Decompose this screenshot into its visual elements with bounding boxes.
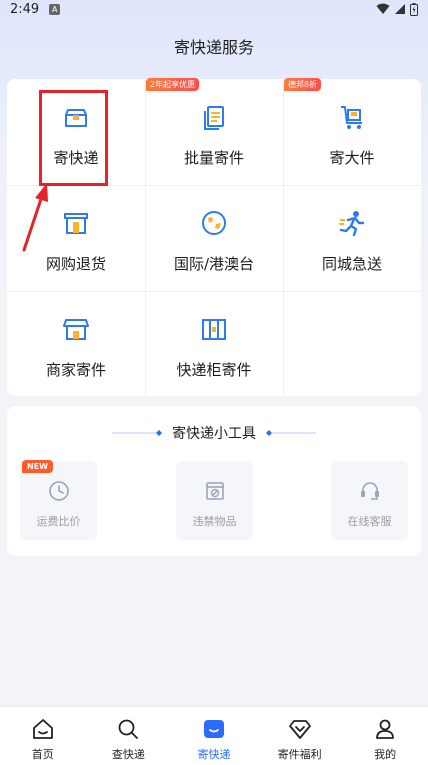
service-label: 同城急送 [321,255,382,273]
locker-icon [202,319,226,340]
cart-icon [341,106,362,129]
send-package-icon [203,720,224,738]
runner-icon [339,211,365,237]
search-icon [118,719,139,739]
tool-online-service[interactable]: 在线客服 [331,461,408,540]
tool-label: 在线客服 [347,515,392,528]
highlight-box [39,90,108,186]
service-batch-send[interactable]: 批量寄件 [145,79,283,185]
tools-title-row: 寄快递小工具 [7,423,421,443]
status-time: 2:49 [10,1,40,17]
page-title: 寄快递服务 [173,38,254,57]
nav-profile[interactable]: 我的 [342,707,428,765]
diamond-icon [288,720,311,739]
service-online-return[interactable]: 网购退货 [7,185,145,291]
service-label: 商家寄件 [45,361,106,379]
battery-icon [410,2,418,16]
bottom-nav: 首页 查快递 寄快递 寄件福利 我的 [0,706,428,765]
service-label: 网购退货 [45,255,106,273]
person-icon [376,719,395,739]
service-label: 国际/港澳台 [173,255,255,273]
decorative-line-right-icon [266,430,316,436]
documents-icon [204,106,224,130]
service-label: 寄大件 [329,149,375,167]
shop-icon [63,319,89,340]
status-bar: 2:49 A [0,0,428,18]
globe-icon [202,211,226,235]
tool-label: 违禁物品 [192,515,237,528]
nav-home[interactable]: 首页 [0,707,86,765]
forbidden-box-icon [205,482,224,500]
tool-label: 运费比价 [36,515,81,528]
nav-label: 寄快递 [197,748,231,761]
service-same-city[interactable]: 同城急送 [283,185,421,291]
home-icon [32,719,53,739]
nav-track[interactable]: 查快递 [86,707,172,765]
service-large-item[interactable]: 寄大件 [283,79,421,185]
promo-badge: 2年起享优惠 [146,78,200,91]
nav-label: 查快递 [111,748,145,761]
nav-label: 首页 [31,748,54,761]
clock-icon [48,481,69,501]
service-merchant-send[interactable]: 商家寄件 [7,291,145,397]
notification-icon: A [49,3,61,15]
nav-benefits[interactable]: 寄件福利 [257,707,343,765]
headset-icon [360,482,379,500]
service-label: 快递柜寄件 [176,361,252,379]
nav-send[interactable]: 寄快递 [171,707,257,765]
tool-forbidden-items[interactable]: 违禁物品 [176,461,253,540]
tools-card: 寄快递小工具 运费比价 违禁物品 在线客服 [7,406,421,556]
decorative-line-left-icon [112,430,162,436]
wifi-icon [376,3,390,14]
service-locker-send[interactable]: 快递柜寄件 [145,291,283,397]
signal-icon [395,4,405,14]
tools-title: 寄快递小工具 [172,426,256,442]
status-icons [376,2,418,16]
nav-label: 我的 [374,748,397,761]
promo-badge: 德邦8折 [284,78,322,91]
service-label: 批量寄件 [183,149,244,167]
new-badge: NEW [22,460,53,473]
service-international[interactable]: 国际/港澳台 [145,185,283,291]
nav-label: 寄件福利 [277,748,322,761]
store-return-icon [64,213,88,234]
